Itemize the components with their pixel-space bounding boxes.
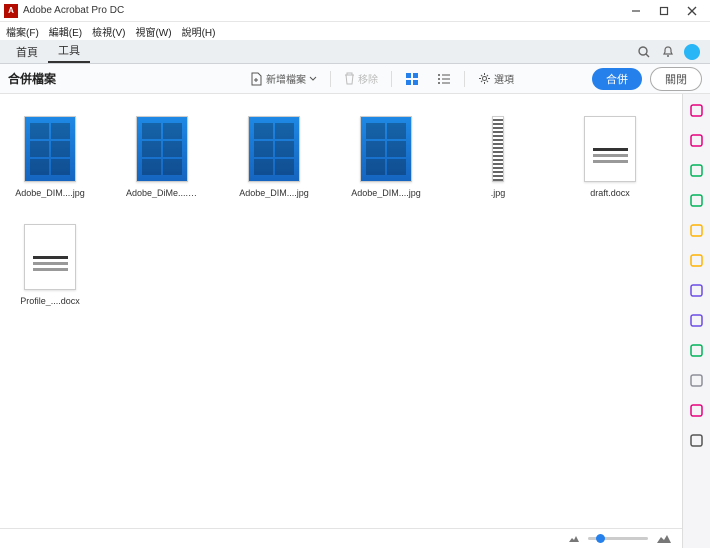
- zoom-small-icon[interactable]: [568, 534, 580, 543]
- file-thumb[interactable]: Adobe_DiMe....jpg: [126, 116, 198, 198]
- file-thumb[interactable]: Adobe_DIM....jpg: [14, 116, 86, 198]
- tab-bar: 首頁 工具: [0, 40, 710, 64]
- combine-icon[interactable]: [687, 190, 707, 210]
- menu-help[interactable]: 說明(H): [182, 24, 216, 39]
- share-icon[interactable]: [687, 310, 707, 330]
- thumbnail-view-button[interactable]: [400, 69, 424, 89]
- options-button[interactable]: 選項: [473, 68, 519, 89]
- export-pdf-icon[interactable]: [687, 130, 707, 150]
- menu-window[interactable]: 視窗(W): [135, 24, 171, 39]
- list-view-button[interactable]: [432, 69, 456, 89]
- minimize-button[interactable]: [622, 1, 650, 21]
- list-icon: [437, 72, 451, 86]
- file-thumb[interactable]: .jpg: [462, 116, 534, 198]
- page-title: 合併檔案: [8, 70, 56, 87]
- file-grid: Adobe_DIM....jpg Adobe_DiMe....jpg Adobe_D…: [0, 94, 682, 528]
- zoom-large-icon[interactable]: [656, 533, 672, 544]
- organize-icon[interactable]: [687, 220, 707, 240]
- file-preview: [492, 116, 504, 182]
- title-bar: A Adobe Acrobat Pro DC: [0, 0, 710, 22]
- menu-edit[interactable]: 編輯(E): [49, 24, 82, 39]
- menu-view[interactable]: 檢視(V): [92, 24, 125, 39]
- zoom-slider[interactable]: [588, 537, 648, 540]
- file-preview: [584, 116, 636, 182]
- comment-icon[interactable]: [687, 250, 707, 270]
- sign-icon[interactable]: [687, 280, 707, 300]
- tools-config-icon[interactable]: [687, 430, 707, 450]
- window-title: Adobe Acrobat Pro DC: [23, 5, 622, 16]
- search-icon[interactable]: [632, 41, 656, 63]
- file-name: Adobe_DiMe....jpg: [126, 188, 198, 198]
- bottom-bar: [0, 528, 682, 548]
- file-preview: [248, 116, 300, 182]
- print-icon[interactable]: [687, 340, 707, 360]
- more-icon[interactable]: [687, 400, 707, 420]
- menu-bar: 檔案(F) 編輯(E) 檢視(V) 視窗(W) 說明(H): [0, 22, 710, 40]
- file-thumb[interactable]: Adobe_DIM....jpg: [350, 116, 422, 198]
- maximize-button[interactable]: [650, 1, 678, 21]
- file-thumb[interactable]: draft.docx: [574, 116, 646, 198]
- file-name: Adobe_DIM....jpg: [15, 188, 85, 198]
- trash-icon: [344, 72, 355, 85]
- file-name: .jpg: [491, 188, 506, 198]
- protect-icon[interactable]: [687, 370, 707, 390]
- grid-icon: [405, 72, 419, 86]
- toolbar: 合併檔案 新增檔案 移除 選項 合併 關閉: [0, 64, 710, 94]
- side-tool-panel: [682, 94, 710, 548]
- file-name: draft.docx: [590, 188, 630, 198]
- file-name: Profile_....docx: [20, 296, 80, 306]
- file-preview: [24, 116, 76, 182]
- file-name: Adobe_DIM....jpg: [239, 188, 309, 198]
- close-panel-button[interactable]: 關閉: [650, 67, 702, 91]
- combine-button[interactable]: 合併: [592, 68, 642, 90]
- edit-pdf-icon[interactable]: [687, 160, 707, 180]
- close-button[interactable]: [678, 1, 706, 21]
- delete-button[interactable]: 移除: [339, 68, 383, 89]
- file-thumb[interactable]: Profile_....docx: [14, 224, 86, 306]
- add-file-icon: [251, 72, 263, 86]
- file-preview: [360, 116, 412, 182]
- file-preview: [136, 116, 188, 182]
- create-pdf-icon[interactable]: [687, 100, 707, 120]
- menu-file[interactable]: 檔案(F): [6, 24, 39, 39]
- app-icon: A: [4, 4, 18, 18]
- file-thumb[interactable]: Adobe_DIM....jpg: [238, 116, 310, 198]
- file-name: Adobe_DIM....jpg: [351, 188, 421, 198]
- file-preview: [24, 224, 76, 290]
- gear-icon: [478, 72, 491, 85]
- chevron-down-icon: [309, 76, 317, 82]
- tab-tools[interactable]: 工具: [48, 38, 90, 63]
- account-avatar[interactable]: [680, 41, 704, 63]
- bell-icon[interactable]: [656, 41, 680, 63]
- add-files-button[interactable]: 新增檔案: [246, 68, 322, 89]
- tab-home[interactable]: 首頁: [6, 40, 48, 63]
